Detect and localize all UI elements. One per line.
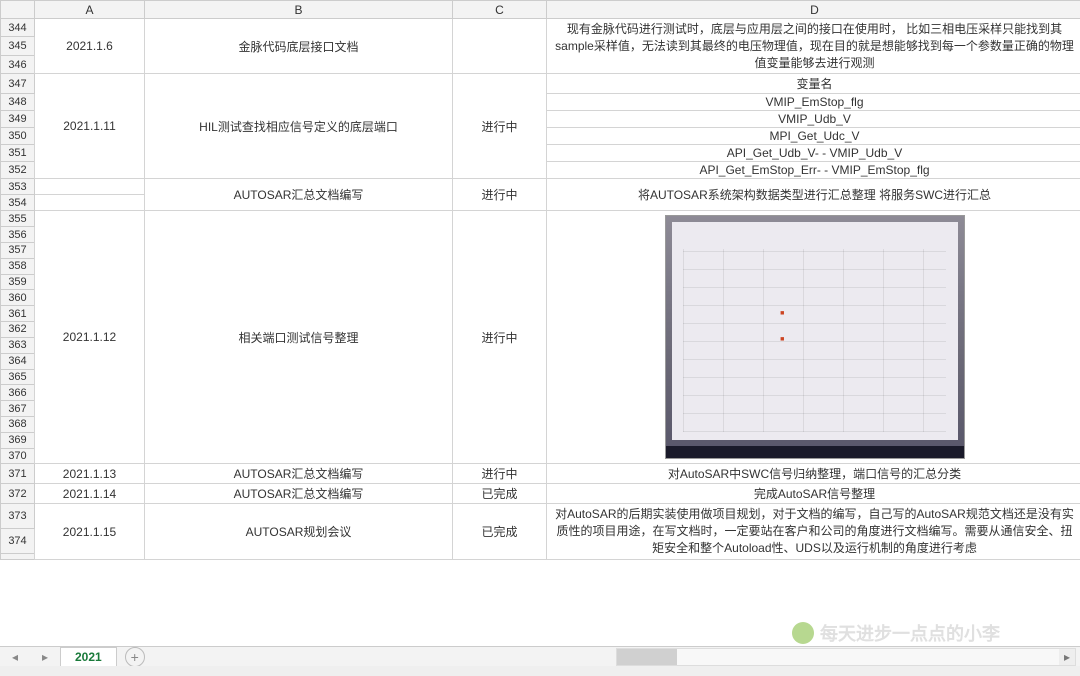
- row-header[interactable]: 344: [1, 19, 35, 37]
- col-header-A[interactable]: A: [35, 1, 145, 19]
- watermark-icon: [792, 622, 814, 644]
- add-sheet-button[interactable]: +: [125, 647, 145, 667]
- row-header[interactable]: 360: [1, 290, 35, 306]
- cell[interactable]: 2021.1.6: [35, 19, 145, 74]
- hscroll-right-arrow[interactable]: ▸: [1059, 649, 1075, 665]
- grid-row: 3552021.1.12相关端口测试信号整理进行中■■: [1, 211, 1080, 227]
- grid-row: 3722021.1.14AUTOSAR汇总文档编写已完成完成AutoSAR信号整…: [1, 484, 1080, 504]
- row-header[interactable]: 370: [1, 448, 35, 464]
- row-header[interactable]: 363: [1, 337, 35, 353]
- row-header[interactable]: 368: [1, 416, 35, 432]
- tab-nav-buttons[interactable]: ◂ ▸: [0, 650, 60, 664]
- cell[interactable]: 相关端口测试信号整理: [145, 211, 453, 464]
- row-header[interactable]: [1, 553, 35, 559]
- cell[interactable]: 对AutoSAR中SWC信号归纳整理，端口信号的汇总分类: [547, 464, 1080, 484]
- row-header[interactable]: 371: [1, 464, 35, 484]
- cell[interactable]: 进行中: [453, 74, 547, 179]
- cell[interactable]: 进行中: [453, 464, 547, 484]
- row-header[interactable]: 347: [1, 74, 35, 94]
- row-header[interactable]: 349: [1, 111, 35, 128]
- watermark-text: 每天进步一点点的小李: [820, 620, 1000, 646]
- column-header-row: A B C D: [1, 1, 1080, 19]
- cell[interactable]: AUTOSAR规划会议: [145, 504, 453, 559]
- row-header[interactable]: 372: [1, 484, 35, 504]
- row-header[interactable]: 369: [1, 432, 35, 448]
- cell[interactable]: 已完成: [453, 504, 547, 559]
- cell[interactable]: 2021.1.12: [35, 211, 145, 464]
- row-header[interactable]: 359: [1, 274, 35, 290]
- cell[interactable]: MPI_Get_Udc_V: [547, 128, 1080, 145]
- cell[interactable]: API_Get_EmStop_Err- - VMIP_EmStop_flg: [547, 162, 1080, 179]
- grid-row: 3732021.1.15AUTOSAR规划会议已完成对AutoSAR的后期实装使…: [1, 504, 1080, 529]
- cell[interactable]: 2021.1.15: [35, 504, 145, 559]
- watermark: 每天进步一点点的小李: [792, 620, 1000, 646]
- cell[interactable]: 2021.1.13: [35, 464, 145, 484]
- grid-table: A B C D 3442021.1.6金脉代码底层接口文档现有金脉代码进行测试时…: [0, 0, 1080, 560]
- tab-first-icon[interactable]: ◂: [12, 650, 18, 664]
- row-header[interactable]: 367: [1, 401, 35, 417]
- cell[interactable]: API_Get_Udb_V- - VMIP_Udb_V: [547, 145, 1080, 162]
- row-header[interactable]: 364: [1, 353, 35, 369]
- cell[interactable]: 完成AutoSAR信号整理: [547, 484, 1080, 504]
- cell[interactable]: [453, 19, 547, 74]
- row-header[interactable]: 373: [1, 504, 35, 529]
- cell[interactable]: 将AUTOSAR系统架构数据类型进行汇总整理 将服务SWC进行汇总: [547, 179, 1080, 211]
- row-header[interactable]: 356: [1, 227, 35, 243]
- cell[interactable]: HIL测试查找相应信号定义的底层端口: [145, 74, 453, 179]
- row-header[interactable]: 365: [1, 369, 35, 385]
- cell[interactable]: [35, 195, 145, 211]
- cell[interactable]: AUTOSAR汇总文档编写: [145, 179, 453, 211]
- grid-row: 353AUTOSAR汇总文档编写进行中将AUTOSAR系统架构数据类型进行汇总整…: [1, 179, 1080, 195]
- row-header[interactable]: 361: [1, 306, 35, 322]
- cell[interactable]: ■■: [547, 211, 1080, 464]
- row-header[interactable]: 366: [1, 385, 35, 401]
- grid-row: 3442021.1.6金脉代码底层接口文档现有金脉代码进行测试时，底层与应用层之…: [1, 19, 1080, 37]
- spreadsheet-area[interactable]: A B C D 3442021.1.6金脉代码底层接口文档现有金脉代码进行测试时…: [0, 0, 1080, 648]
- row-header[interactable]: 346: [1, 55, 35, 73]
- grid-row: 3472021.1.11HIL测试查找相应信号定义的底层端口进行中变量名: [1, 74, 1080, 94]
- hscroll-thumb[interactable]: [617, 649, 677, 665]
- cell[interactable]: 2021.1.11: [35, 74, 145, 179]
- cell[interactable]: AUTOSAR汇总文档编写: [145, 464, 453, 484]
- horizontal-scrollbar[interactable]: ▸: [616, 648, 1076, 666]
- cell[interactable]: 现有金脉代码进行测试时，底层与应用层之间的接口在使用时， 比如三相电压采样只能找…: [547, 19, 1080, 74]
- cell[interactable]: AUTOSAR汇总文档编写: [145, 484, 453, 504]
- row-header[interactable]: 350: [1, 128, 35, 145]
- row-header[interactable]: 345: [1, 37, 35, 55]
- status-bar: [0, 666, 1080, 676]
- grid-row: 3712021.1.13AUTOSAR汇总文档编写进行中对AutoSAR中SWC…: [1, 464, 1080, 484]
- row-header[interactable]: 352: [1, 162, 35, 179]
- cell[interactable]: VMIP_EmStop_flg: [547, 94, 1080, 111]
- cell[interactable]: 金脉代码底层接口文档: [145, 19, 453, 74]
- row-header[interactable]: 374: [1, 529, 35, 554]
- cell[interactable]: 进行中: [453, 211, 547, 464]
- corner-cell[interactable]: [1, 1, 35, 19]
- cell[interactable]: 进行中: [453, 179, 547, 211]
- row-header[interactable]: 354: [1, 195, 35, 211]
- row-header[interactable]: 355: [1, 211, 35, 227]
- row-header[interactable]: 353: [1, 179, 35, 195]
- cell[interactable]: 已完成: [453, 484, 547, 504]
- tab-prev-icon[interactable]: ▸: [42, 650, 48, 664]
- row-header[interactable]: 357: [1, 243, 35, 259]
- embedded-screenshot[interactable]: ■■: [665, 215, 965, 459]
- cell[interactable]: 对AutoSAR的后期实装使用做项目规划，对于文档的编写，自己写的AutoSAR…: [547, 504, 1080, 559]
- cell[interactable]: VMIP_Udb_V: [547, 111, 1080, 128]
- col-header-C[interactable]: C: [453, 1, 547, 19]
- cell[interactable]: 变量名: [547, 74, 1080, 94]
- row-header[interactable]: 358: [1, 258, 35, 274]
- row-header[interactable]: 348: [1, 94, 35, 111]
- row-header[interactable]: 351: [1, 145, 35, 162]
- col-header-D[interactable]: D: [547, 1, 1080, 19]
- cell[interactable]: 2021.1.14: [35, 484, 145, 504]
- col-header-B[interactable]: B: [145, 1, 453, 19]
- sheet-tab-active[interactable]: 2021: [60, 647, 117, 666]
- row-header[interactable]: 362: [1, 322, 35, 338]
- cell[interactable]: [35, 179, 145, 195]
